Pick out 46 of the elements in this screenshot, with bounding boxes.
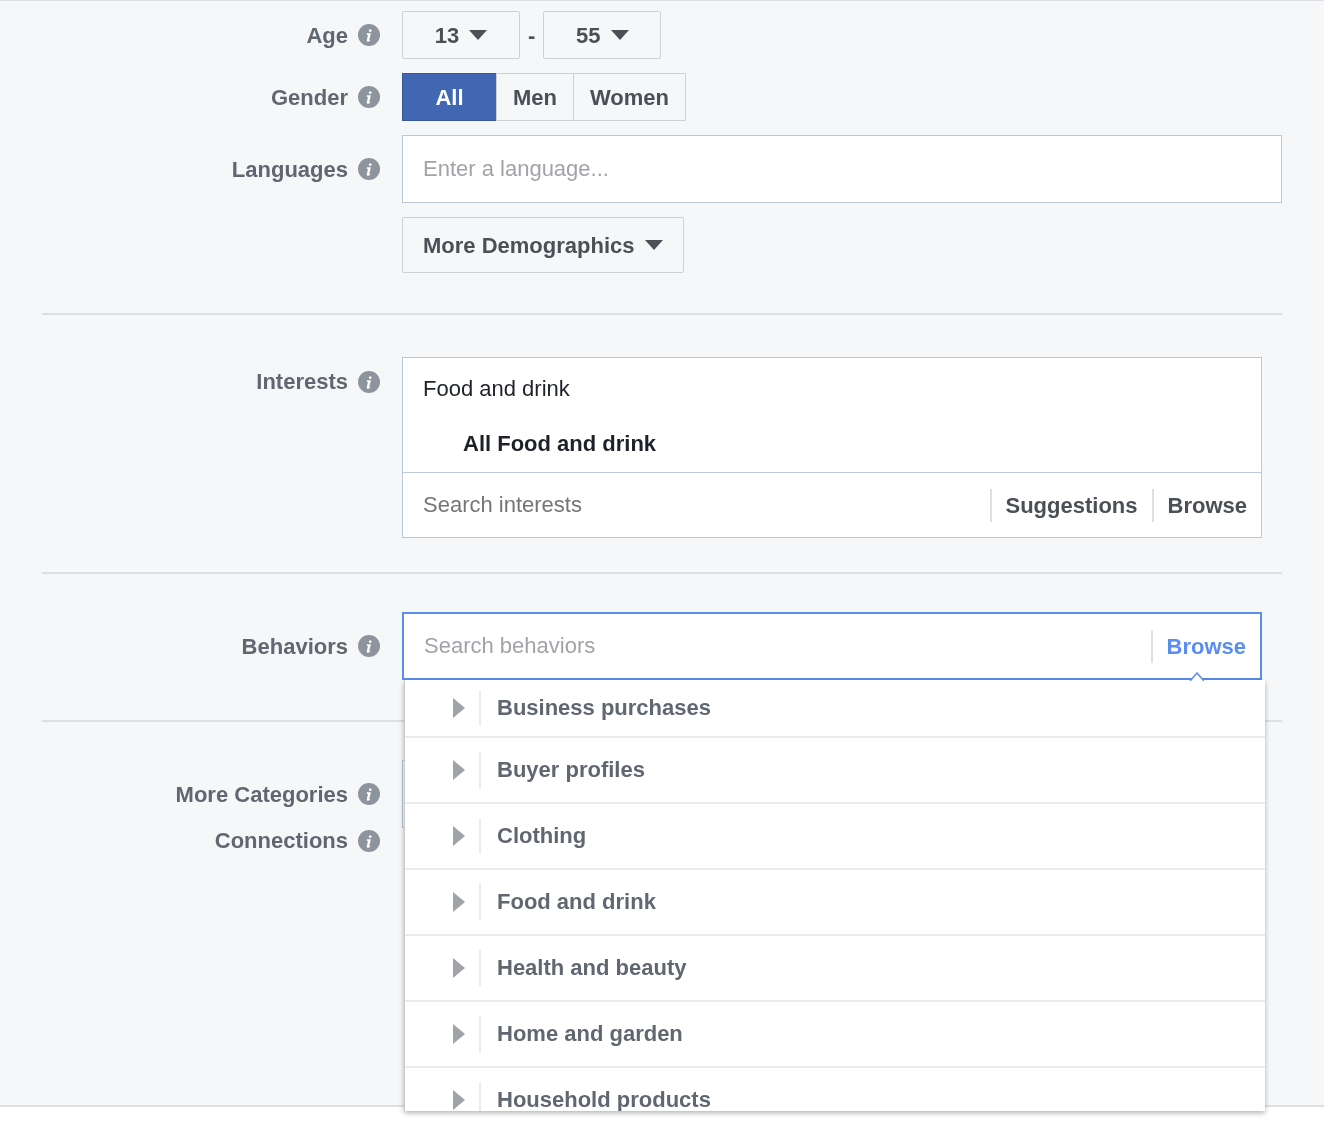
range-separator: - (528, 21, 536, 50)
field-label: Languages (231, 155, 348, 184)
category-name: Food and drink (423, 375, 571, 403)
field-label: Age (306, 21, 348, 50)
field-label: More Categories (175, 780, 348, 809)
menu-item[interactable]: Home and garden (405, 1002, 1265, 1068)
expand-triangle-icon[interactable] (453, 1090, 465, 1110)
info-icon[interactable] (358, 370, 380, 393)
expand-triangle-icon[interactable] (453, 1024, 465, 1044)
behavior-search-field[interactable]: Search behaviors Browse (402, 612, 1262, 680)
age-min-dropdown[interactable]: 13 (402, 11, 520, 59)
expand-triangle-icon[interactable] (453, 698, 465, 718)
language-field[interactable]: Enter a language... (402, 135, 1282, 203)
info-icon[interactable] (358, 24, 380, 46)
age-max-dropdown[interactable]: 55 (543, 11, 662, 59)
menu-item[interactable]: Buyer profiles (405, 738, 1265, 804)
selected-interest: All Food and drink (463, 430, 658, 458)
menu-item[interactable]: Household products (405, 1068, 1265, 1111)
gender-option[interactable]: Women (573, 73, 687, 121)
expand-triangle-icon[interactable] (453, 760, 465, 780)
more-demographics-dropdown[interactable]: More Demographics (402, 217, 684, 273)
info-icon[interactable] (358, 86, 380, 108)
browse-link[interactable]: Browse (1150, 629, 1260, 663)
expand-triangle-icon[interactable] (453, 958, 465, 978)
field-label: Connections (214, 827, 348, 855)
caret-icon (644, 240, 663, 250)
menu-item[interactable]: Food and drink (405, 870, 1265, 936)
menu-item[interactable]: Health and beauty (405, 936, 1265, 1002)
interest-action-link[interactable]: Browse (1151, 488, 1261, 522)
expand-triangle-icon[interactable] (453, 826, 465, 846)
field-label: Gender (270, 83, 348, 112)
info-icon[interactable] (358, 158, 380, 180)
field-label: Interests (256, 368, 348, 396)
gender-option[interactable]: All (402, 73, 497, 121)
interest-action-link[interactable]: Suggestions (989, 488, 1152, 522)
menu-item[interactable]: Clothing (405, 804, 1265, 870)
menu-item[interactable]: Business purchases (405, 680, 1265, 738)
expand-triangle-icon[interactable] (453, 892, 465, 912)
caret-icon (469, 30, 488, 40)
info-icon[interactable] (358, 635, 380, 657)
info-icon[interactable] (358, 783, 380, 805)
field-label: Behaviors (241, 632, 348, 661)
gender-option[interactable]: Men (496, 73, 574, 121)
info-icon[interactable] (358, 829, 380, 852)
interest-search-field[interactable]: Search interests (403, 473, 990, 537)
caret-icon (610, 30, 629, 40)
